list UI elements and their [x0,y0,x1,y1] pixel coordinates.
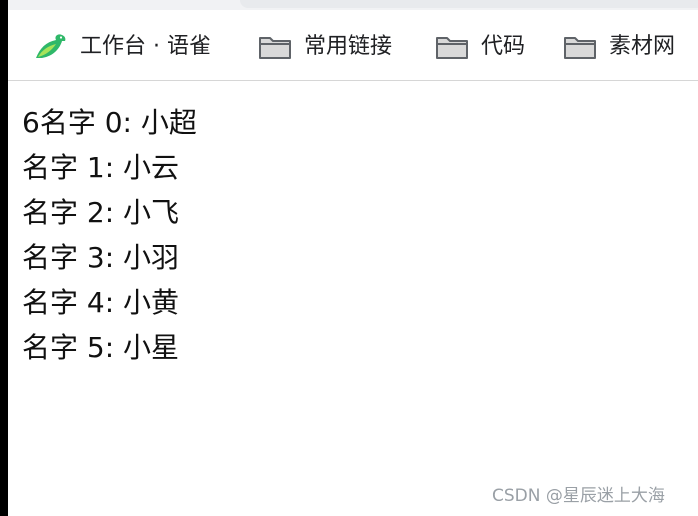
tab-strip [8,0,698,10]
watermark: CSDN @星辰迷上大海 [492,486,665,506]
window-left-edge [0,0,8,516]
bookmark-label: 常用链接 [304,34,393,59]
folder-icon [563,34,597,60]
output-line: 6名字 0: 小超 [22,106,197,139]
output-line: 名字 4: 小黄 [22,286,180,319]
folder-icon [258,34,292,60]
bookmark-label: 代码 [481,34,526,59]
bookmark-label: 工作台 · 语雀 [80,34,211,59]
bookmark-folder-links[interactable]: 常用链接 [258,32,392,62]
browser-window: 工作台 · 语雀 常用链接 代码 素材网 6名字 0: 小超 名字 1: 小云 … [0,0,698,516]
folder-icon [435,34,469,60]
bookmark-label: 素材网 [609,34,676,59]
bookmark-folder-assets[interactable]: 素材网 [563,32,675,62]
bookmarks-bar: 工作台 · 语雀 常用链接 代码 素材网 [8,10,698,81]
page-content: 6名字 0: 小超 名字 1: 小云 名字 2: 小飞 名字 3: 小羽 名字 … [22,100,197,370]
output-line: 名字 3: 小羽 [22,241,180,274]
bookmark-folder-code[interactable]: 代码 [435,32,525,62]
output-line: 名字 1: 小云 [22,151,180,184]
output-line: 名字 2: 小飞 [22,196,180,229]
tab-strip-area [240,0,698,8]
bookmark-yuque[interactable]: 工作台 · 语雀 [32,32,211,62]
output-line: 名字 5: 小星 [22,331,180,364]
yuque-bird-icon [32,32,68,62]
